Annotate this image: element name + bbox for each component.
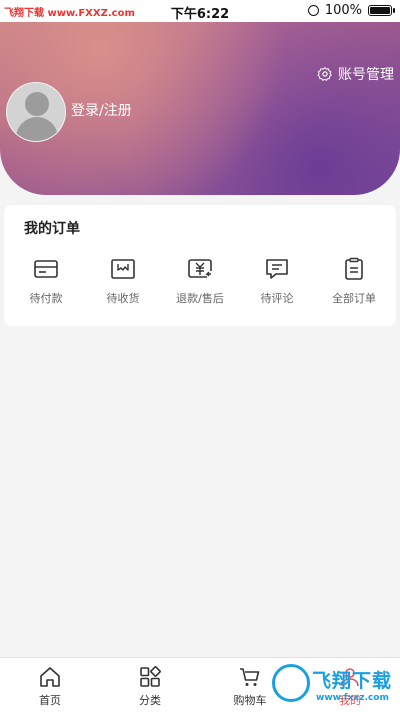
status-bar: 飞翔下载 www.FXXZ.com 下午6:22 100% — [0, 0, 400, 22]
order-status-row: 待付款 待收货 退款/售后 待评论 全部订单 — [4, 257, 396, 306]
profile-header: 账号管理 登录/注册 — [0, 22, 400, 195]
tab-mine[interactable]: 我的 — [300, 658, 400, 712]
account-settings-button[interactable]: 账号管理 — [317, 64, 394, 84]
category-icon — [140, 666, 161, 687]
tab-category-label: 分类 — [139, 694, 161, 707]
order-pending-receipt[interactable]: 待收货 — [85, 257, 161, 306]
gear-icon — [317, 67, 332, 81]
bottom-tab-bar: 首页 分类 购物车 我的 — [0, 657, 400, 712]
user-icon — [341, 668, 359, 687]
order-pending-receipt-label: 待收货 — [106, 292, 140, 305]
order-pending-review[interactable]: 待评论 — [239, 257, 315, 306]
my-orders-card: 我的订单 待付款 待收货 退款/售后 待评论 全部订单 — [4, 205, 396, 326]
tab-home[interactable]: 首页 — [0, 658, 100, 712]
login-register-link[interactable]: 登录/注册 — [71, 100, 132, 120]
battery-icon — [368, 5, 395, 16]
comment-icon — [266, 259, 288, 279]
wallet-icon — [34, 260, 58, 278]
tab-category[interactable]: 分类 — [100, 658, 200, 712]
order-all-orders[interactable]: 全部订单 — [316, 257, 392, 306]
delivery-box-icon — [111, 259, 135, 279]
my-orders-title: 我的订单 — [24, 221, 80, 237]
order-refund-aftersale-label: 退款/售后 — [176, 292, 224, 305]
tab-cart-label: 购物车 — [233, 694, 267, 707]
tab-cart[interactable]: 购物车 — [200, 658, 300, 712]
cart-icon — [240, 668, 260, 686]
battery-percent: 100% — [324, 3, 362, 18]
avatar-body — [16, 117, 58, 141]
clipboard-icon — [345, 257, 363, 280]
account-settings-label: 账号管理 — [338, 67, 394, 83]
order-all-orders-label: 全部订单 — [332, 292, 376, 305]
order-refund-aftersale[interactable]: 退款/售后 — [162, 257, 238, 306]
tab-home-label: 首页 — [39, 694, 61, 707]
tab-mine-label: 我的 — [339, 694, 361, 707]
order-pending-payment-label: 待付款 — [29, 292, 63, 305]
order-pending-payment[interactable]: 待付款 — [8, 257, 84, 306]
refund-icon — [188, 259, 212, 278]
avatar-head — [25, 92, 49, 116]
home-icon — [40, 667, 60, 687]
avatar[interactable] — [6, 82, 66, 142]
orientation-lock-icon — [307, 5, 319, 16]
order-pending-review-label: 待评论 — [260, 292, 294, 305]
status-bar-right: 100% — [307, 3, 395, 18]
